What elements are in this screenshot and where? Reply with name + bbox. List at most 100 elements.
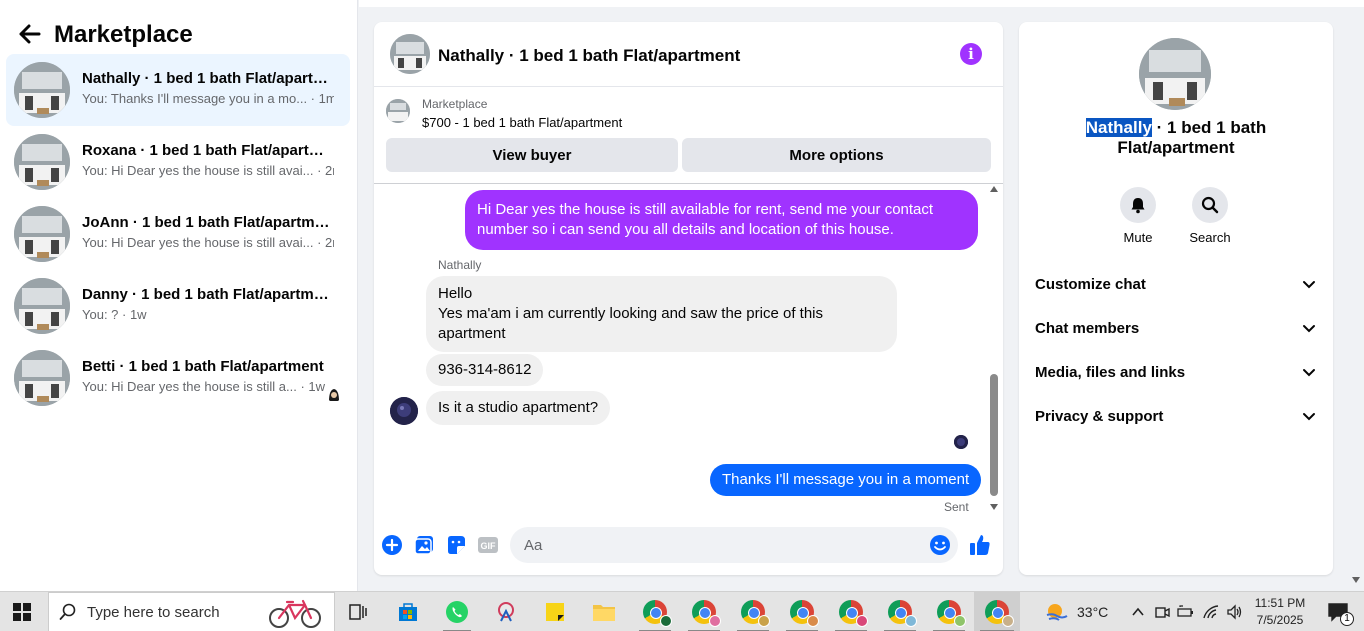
section-label: Customize chat bbox=[1035, 276, 1146, 293]
view-buyer-button[interactable]: View buyer bbox=[386, 138, 678, 172]
temperature[interactable]: 33°C bbox=[1077, 592, 1108, 631]
search-button[interactable]: Search bbox=[1180, 187, 1240, 245]
snipping-tool-icon[interactable] bbox=[486, 592, 526, 631]
conversation-avatar bbox=[14, 134, 70, 190]
profile-name: Nathally · 1 bed 1 bath Flat/apartment bbox=[1039, 118, 1313, 158]
sticker-icon[interactable] bbox=[444, 533, 468, 557]
listing-title[interactable]: $700 - 1 bed 1 bath Flat/apartment bbox=[422, 115, 622, 130]
volume-icon[interactable] bbox=[1224, 592, 1246, 631]
section-chat-members[interactable]: Chat members bbox=[1019, 306, 1333, 350]
conversation-sidebar: Marketplace Nathally · 1 bed 1 bath Flat… bbox=[0, 0, 358, 591]
clock[interactable]: 11:51 PM 7/5/2025 bbox=[1250, 595, 1310, 631]
incoming-message: Is it a studio apartment? bbox=[426, 391, 611, 425]
conversation-avatar bbox=[14, 278, 70, 334]
chat-panel: Nathally · 1 bed 1 bath Flat/apartment i… bbox=[374, 22, 1003, 575]
message-scrollbar[interactable] bbox=[988, 184, 1000, 514]
plus-icon[interactable] bbox=[380, 533, 404, 557]
more-options-button[interactable]: More options bbox=[682, 138, 991, 172]
conversation-name: Roxana · 1 bed 1 bath Flat/apartme... bbox=[82, 142, 334, 159]
conversation-item[interactable]: Betti · 1 bed 1 bath Flat/apartment You: … bbox=[6, 342, 350, 414]
conversation-item[interactable]: JoAnn · 1 bed 1 bath Flat/apartment You: … bbox=[6, 198, 350, 270]
conversation-preview: You: Hi Dear yes the house is still avai… bbox=[82, 235, 334, 250]
like-icon[interactable] bbox=[968, 533, 992, 557]
section-customize-chat[interactable]: Customize chat bbox=[1019, 262, 1333, 306]
scroll-down-icon[interactable] bbox=[990, 504, 998, 510]
sidebar-title: Marketplace bbox=[54, 21, 193, 48]
chat-title[interactable]: Nathally · 1 bed 1 bath Flat/apartment bbox=[438, 46, 740, 66]
profile-name-highlight: Nathally bbox=[1085, 118, 1152, 137]
conversation-item[interactable]: Danny · 1 bed 1 bath Flat/apartment You: … bbox=[6, 270, 350, 342]
conversation-preview: You: Thanks I'll message you in a mo... … bbox=[82, 91, 334, 106]
windows-start-icon[interactable] bbox=[0, 592, 44, 631]
conversation-preview: You: Hi Dear yes the house is still a...… bbox=[82, 379, 326, 394]
bicycle-icon bbox=[267, 597, 323, 631]
time: 11:51 PM bbox=[1254, 596, 1306, 610]
microsoft-store-icon[interactable] bbox=[388, 592, 428, 631]
chrome-logo bbox=[985, 600, 1014, 627]
message-line: Yes ma'am i am currently looking and saw… bbox=[438, 305, 823, 342]
chevron-up-icon[interactable] bbox=[1129, 592, 1147, 631]
section-media-files-links[interactable]: Media, files and links bbox=[1019, 350, 1333, 394]
file-explorer-icon[interactable] bbox=[584, 592, 624, 631]
sticky-notes-icon[interactable] bbox=[535, 592, 575, 631]
chrome-icon[interactable] bbox=[780, 592, 824, 631]
chrome-icon[interactable] bbox=[927, 592, 971, 631]
notification-count: 1 bbox=[1340, 612, 1354, 626]
chevron-down-icon bbox=[1301, 320, 1317, 336]
whatsapp-icon[interactable] bbox=[437, 592, 477, 631]
top-strip bbox=[359, 0, 1364, 7]
message-line: Hello bbox=[438, 285, 473, 302]
outgoing-message: Hi Dear yes the house is still available… bbox=[465, 190, 978, 250]
section-label: Media, files and links bbox=[1035, 364, 1186, 381]
page-scroll-down-icon[interactable] bbox=[1352, 577, 1360, 583]
chat-avatar[interactable] bbox=[390, 34, 430, 74]
emoji-icon[interactable] bbox=[928, 533, 952, 557]
wifi-icon[interactable] bbox=[1200, 592, 1222, 631]
date: 7/5/2025 bbox=[1256, 613, 1304, 627]
bell-icon bbox=[1120, 187, 1156, 223]
chrome-logo bbox=[692, 600, 721, 627]
photo-icon[interactable] bbox=[412, 533, 436, 557]
taskbar-search[interactable]: Type here to search bbox=[48, 592, 335, 631]
chevron-down-icon bbox=[1301, 408, 1317, 424]
conversation-item[interactable]: Roxana · 1 bed 1 bath Flat/apartme... You… bbox=[6, 126, 350, 198]
scrollbar-thumb[interactable] bbox=[990, 374, 998, 496]
section-label: Chat members bbox=[1035, 320, 1140, 337]
conversation-preview: You: ? · 1w bbox=[82, 307, 147, 322]
search-icon bbox=[1192, 187, 1228, 223]
info-icon[interactable]: i bbox=[960, 43, 982, 65]
battery-icon[interactable] bbox=[1176, 592, 1196, 631]
sender-avatar[interactable] bbox=[390, 397, 418, 425]
chrome-icon[interactable] bbox=[633, 592, 677, 631]
chrome-logo bbox=[741, 600, 770, 627]
meet-now-icon[interactable] bbox=[1152, 592, 1172, 631]
task-view-icon[interactable] bbox=[340, 592, 376, 631]
section-privacy-support[interactable]: Privacy & support bbox=[1019, 394, 1333, 438]
message-list: Hi Dear yes the house is still available… bbox=[374, 184, 1003, 514]
search-icon bbox=[59, 603, 77, 626]
message-input[interactable] bbox=[510, 527, 958, 563]
conversation-avatar bbox=[14, 206, 70, 262]
search-label: Search bbox=[1189, 230, 1231, 245]
conversation-preview: You: Hi Dear yes the house is still avai… bbox=[82, 163, 334, 178]
weather-icon[interactable] bbox=[1042, 592, 1072, 631]
notifications-icon[interactable]: 1 bbox=[1318, 592, 1358, 631]
mute-button[interactable]: Mute bbox=[1108, 187, 1168, 245]
profile-avatar[interactable] bbox=[1139, 38, 1211, 110]
outgoing-message: Thanks I'll message you in a moment bbox=[710, 464, 982, 496]
chrome-icon[interactable] bbox=[682, 592, 726, 631]
seen-avatar bbox=[954, 435, 968, 449]
conversation-item[interactable]: Nathally · 1 bed 1 bath Flat/apartm... Yo… bbox=[6, 54, 350, 126]
chrome-icon[interactable] bbox=[829, 592, 873, 631]
gif-icon[interactable]: GIF bbox=[476, 533, 500, 557]
chrome-icon[interactable] bbox=[731, 592, 775, 631]
conversation-name: Betti · 1 bed 1 bath Flat/apartment bbox=[82, 358, 324, 375]
chrome-icon-active[interactable] bbox=[974, 592, 1020, 631]
scroll-up-icon[interactable] bbox=[990, 186, 998, 192]
chat-header: Nathally · 1 bed 1 bath Flat/apartment i bbox=[374, 22, 1003, 87]
sent-status: Sent bbox=[944, 500, 969, 514]
back-arrow-icon[interactable] bbox=[16, 20, 44, 48]
chrome-logo bbox=[937, 600, 966, 627]
marketplace-label: Marketplace bbox=[422, 97, 488, 111]
chrome-icon[interactable] bbox=[878, 592, 922, 631]
